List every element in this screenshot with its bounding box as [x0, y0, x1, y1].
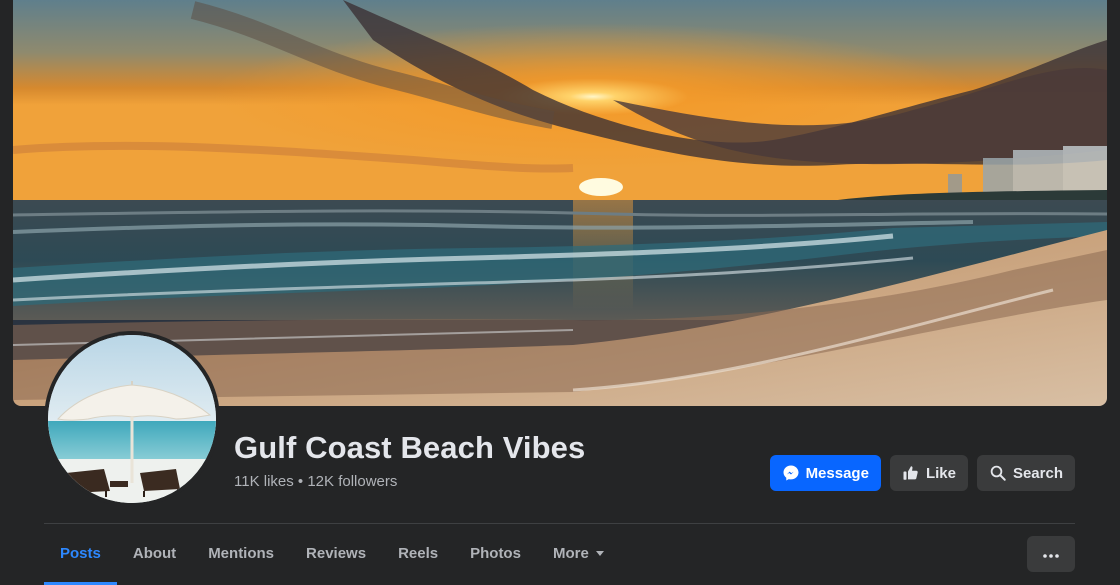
action-buttons: Message Like Search [769, 455, 1075, 491]
tab-mentions[interactable]: Mentions [192, 524, 290, 583]
message-button[interactable]: Message [769, 455, 881, 491]
more-options-button[interactable] [1027, 536, 1075, 572]
message-label: Message [805, 464, 869, 482]
like-button[interactable]: Like [889, 455, 968, 491]
tab-about[interactable]: About [117, 524, 192, 583]
tab-reviews[interactable]: Reviews [290, 524, 382, 583]
tab-label: Reviews [306, 545, 367, 562]
like-label: Like [925, 464, 956, 482]
profile-picture[interactable] [44, 331, 220, 507]
tab-label: Reels [398, 545, 439, 562]
tab-reels[interactable]: Reels [382, 524, 454, 583]
page-stats[interactable]: 11K likes • 12K followers [234, 473, 397, 490]
search-label: Search [1012, 464, 1063, 482]
tab-label: Posts [60, 545, 101, 562]
thumbs-up-icon [902, 464, 920, 482]
tab-label: Photos [470, 545, 521, 562]
caret-down-icon [595, 551, 604, 556]
tab-label: More [552, 545, 589, 562]
tab-more[interactable]: More [537, 524, 620, 583]
tab-label: Mentions [208, 545, 275, 562]
tab-photos[interactable]: Photos [454, 524, 537, 583]
messenger-icon [782, 464, 800, 482]
beach-umbrella-image [48, 335, 216, 503]
tab-label: About [132, 545, 177, 562]
page-title: Gulf Coast Beach Vibes [234, 430, 586, 465]
ellipsis-icon [1043, 545, 1059, 563]
search-button[interactable]: Search [976, 455, 1075, 491]
tab-posts[interactable]: Posts [44, 524, 117, 585]
search-icon [989, 464, 1007, 482]
page-tabs: Posts About Mentions Reviews Reels Photo… [44, 524, 620, 585]
page-header: Gulf Coast Beach Vibes 11K likes • 12K f… [0, 0, 1120, 585]
avatar [48, 335, 216, 503]
